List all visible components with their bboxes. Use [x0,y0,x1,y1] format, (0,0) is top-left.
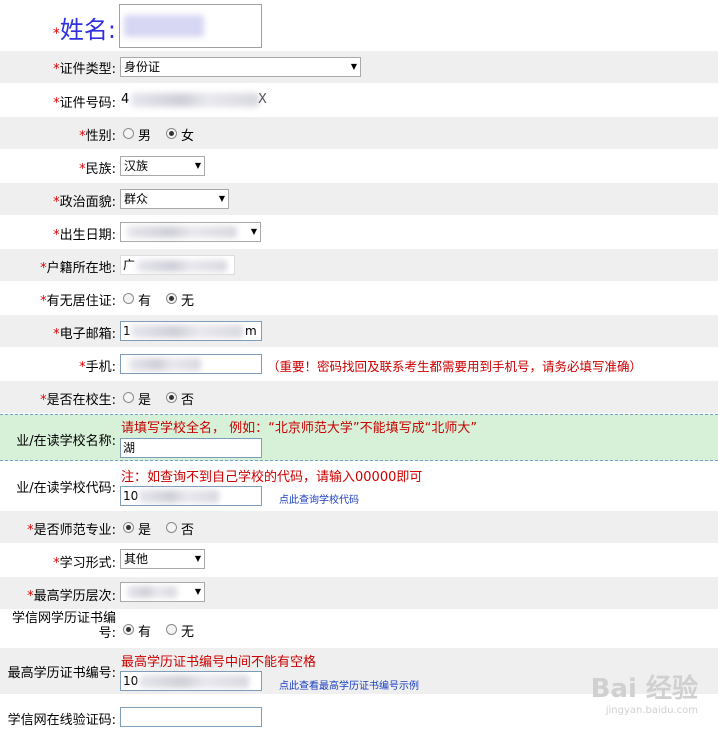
normal-major-label: *是否师范专业: [27,523,116,538]
cert-number-note: 最高学历证书编号中间不能有空格 [121,655,317,670]
ethnicity-row: *民族: 汉族 ▼ [0,150,718,182]
school-name-row: 业/在读学校名称: 请填写学校全名， 例如：“北京师范大学”不能填写成“北师大”… [0,414,718,461]
residence-yes-label: 有 [138,294,152,309]
redacted-name [124,15,204,37]
id-type-label: *证件类型: [53,62,116,77]
residence-row: *有无居住证: 有 无 [0,282,718,314]
in-school-yes-radio[interactable] [123,392,134,403]
watermark-logo: Bai 经验 [590,674,698,704]
political-select[interactable]: 群众 ▼ [120,189,229,209]
household-row: *户籍所在地: 广 [0,249,718,281]
normal-major-no-label: 否 [181,523,195,538]
redacted-id-number [131,93,259,107]
gender-female-label: 女 [181,129,195,144]
id-number-suffix: X [258,92,267,107]
study-form-label: *学习形式: [53,556,116,571]
redacted-household [137,260,227,272]
in-school-no-label: 否 [181,393,195,408]
school-name-note: 请填写学校全名， 例如：“北京师范大学”不能填写成“北师大” [121,421,478,436]
redacted-email [131,325,243,338]
school-code-note: 注：如查询不到自己学校的代码，请输入00000即可 [121,470,423,485]
cert-example-link[interactable]: 点此查看最高学历证书编号示例 [279,677,419,692]
verify-code-label: 学信网在线验证码: [7,713,116,728]
chsi-cert-yes-radio[interactable] [123,624,134,635]
chsi-cert-row: 学信网学历证书编 号: 有 无 [0,610,718,647]
watermark-url: jingyan.baidu.com [605,705,698,716]
residence-yes-radio[interactable] [123,293,134,304]
household-field[interactable]: 广 [120,255,235,275]
study-form-row: *学习形式: 其他 ▼ [0,544,718,576]
chsi-cert-label: 学信网学历证书编 号: [11,611,116,641]
email-input[interactable]: 1 m [120,321,262,341]
phone-note: （重要！密码找回及联系考生都需要用到手机号，请务必填写准确） [267,359,643,374]
redacted-birth-date [127,226,237,238]
phone-input[interactable] [120,354,262,374]
ethnicity-select[interactable]: 汉族 ▼ [120,156,205,176]
ethnicity-label: *民族: [79,162,116,177]
residence-label: *有无居住证: [40,294,116,309]
birth-row: *出生日期: ▼ [0,216,718,248]
residence-no-label: 无 [181,294,195,309]
gender-female-radio[interactable] [166,128,177,139]
chsi-cert-no-radio[interactable] [166,624,177,635]
school-code-row: 业/在读学校代码: 注：如查询不到自己学校的代码，请输入00000即可 10 点… [0,462,718,510]
email-label: *电子邮箱: [53,327,116,342]
cert-number-label: 最高学历证书编号: [7,666,116,681]
household-label: *户籍所在地: [40,261,116,276]
normal-major-yes-radio[interactable] [123,522,134,533]
gender-label: *性别: [79,129,116,144]
normal-major-yes-label: 是 [138,523,152,538]
in-school-row: *是否在校生: 是 否 [0,381,718,413]
name-label: *姓名: [52,16,116,44]
edu-level-label: *最高学历层次: [27,589,116,604]
id-number-label: *证件号码: [53,96,116,111]
id-type-row: *证件类型: 身份证 ▼ [0,51,718,83]
phone-row: *手机: （重要！密码找回及联系考生都需要用到手机号，请务必填写准确） [0,348,718,380]
gender-row: *性别: 男 女 [0,117,718,149]
chevron-down-icon: ▼ [194,587,201,596]
in-school-yes-label: 是 [138,393,152,408]
school-code-input[interactable]: 10 [120,486,262,506]
id-number-row: *证件号码: 4 X [0,84,718,116]
political-row: *政治面貌: 群众 ▼ [0,183,718,215]
school-code-label: 业/在读学校代码: [16,481,116,496]
name-row: *姓名: [0,0,718,50]
id-type-select[interactable]: 身份证 ▼ [120,57,361,77]
birth-date-select[interactable]: ▼ [120,222,261,242]
normal-major-row: *是否师范专业: 是 否 [0,511,718,543]
id-number-value: 4 [121,92,130,107]
name-input[interactable] [119,4,262,48]
baidu-watermark: Bai 经验 jingyan.baidu.com [591,668,698,716]
normal-major-no-radio[interactable] [166,522,177,533]
redacted-phone [129,358,201,371]
verify-code-input[interactable] [120,707,262,727]
in-school-no-radio[interactable] [166,392,177,403]
study-form-select[interactable]: 其他 ▼ [120,549,205,569]
birth-label: *出生日期: [53,228,116,243]
chevron-down-icon: ▼ [350,62,357,71]
email-row: *电子邮箱: 1 m [0,315,718,347]
redacted-cert-number [139,675,249,688]
chsi-cert-no-label: 无 [181,625,195,640]
chsi-cert-yes-label: 有 [138,625,152,640]
edu-level-row: *最高学历层次: ▼ [0,577,718,609]
chevron-down-icon: ▼ [218,194,225,203]
chevron-down-icon: ▼ [250,227,257,236]
cert-number-input[interactable]: 10 [120,671,262,691]
school-name-label: 业/在读学校名称: [16,434,116,449]
in-school-label: *是否在校生: [40,393,116,408]
phone-label: *手机: [79,360,116,375]
chevron-down-icon: ▼ [194,161,201,170]
email-suffix: m [245,324,257,338]
chevron-down-icon: ▼ [194,554,201,563]
redacted-school-code [139,490,219,503]
political-label: *政治面貌: [53,195,116,210]
edu-level-select[interactable]: ▼ [120,582,205,602]
gender-male-label: 男 [138,129,152,144]
residence-no-radio[interactable] [166,293,177,304]
gender-male-radio[interactable] [123,128,134,139]
school-name-input[interactable]: 湖 [120,438,262,458]
redacted-edu-level [127,586,177,598]
school-code-query-link[interactable]: 点此查询学校代码 [279,491,359,506]
